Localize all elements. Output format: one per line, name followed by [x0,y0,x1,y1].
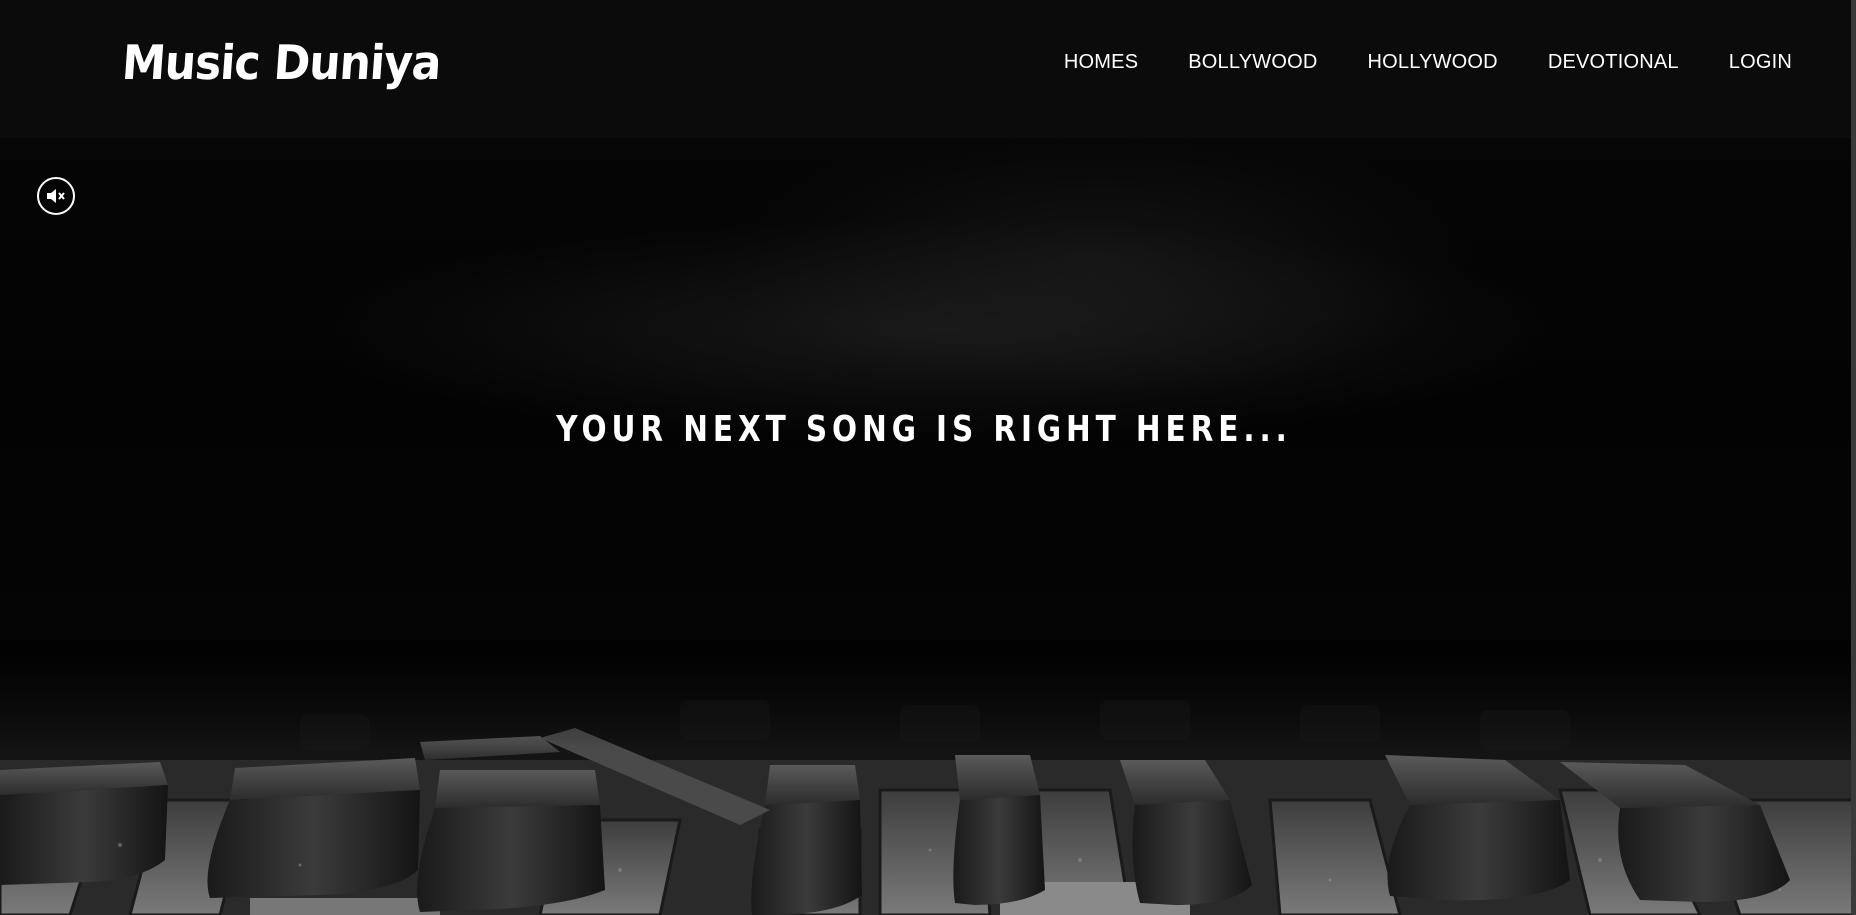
nav-link-login[interactable]: LOGIN [1729,51,1792,74]
nav-link-bollywood[interactable]: BOLLYWOOD [1188,51,1317,74]
main-nav: HOMES BOLLYWOOD HOLLYWOOD DEVOTIONAL LOG… [1064,51,1792,74]
page: Music Duniya HOMES BOLLYWOOD HOLLYWOOD D… [0,0,1856,915]
hero-tagline: YOUR NEXT SONG IS RIGHT HERE... [556,409,1292,451]
nav-link-hollywood[interactable]: HOLLYWOOD [1367,51,1497,74]
site-header: Music Duniya HOMES BOLLYWOOD HOLLYWOOD D… [0,0,1856,138]
page-scrollbar[interactable] [1851,0,1856,915]
mute-toggle-button[interactable] [37,177,75,215]
scrollbar-thumb[interactable] [1851,0,1856,915]
nav-link-homes[interactable]: HOMES [1064,51,1138,74]
nav-link-devotional[interactable]: DEVOTIONAL [1548,51,1679,74]
speaker-muted-icon [47,189,65,203]
brand-logo[interactable]: Music Duniya [120,36,442,91]
